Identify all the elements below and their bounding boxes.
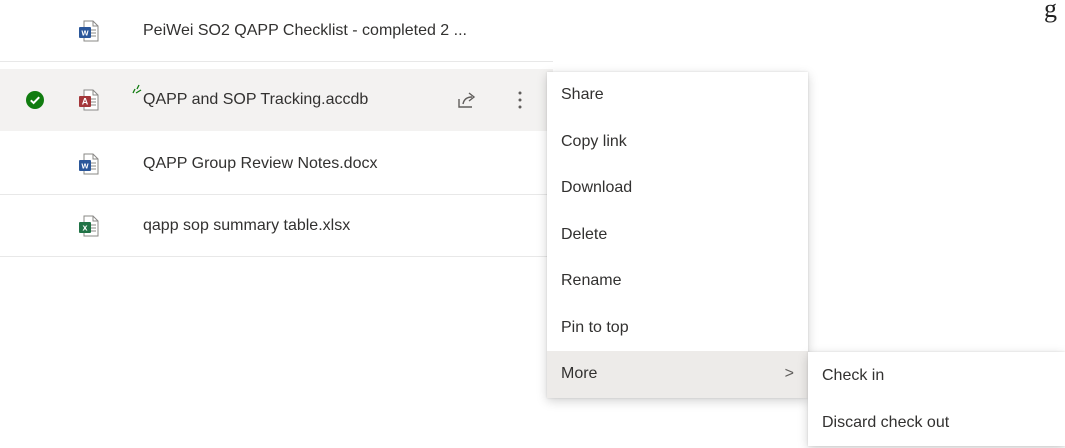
menu-item-copy-link[interactable]: Copy link — [547, 119, 808, 166]
svg-text:A: A — [82, 97, 89, 107]
share-icon[interactable] — [457, 90, 477, 110]
menu-item-delete[interactable]: Delete — [547, 212, 808, 259]
file-row[interactable]: w QAPP Group Review Notes.docx — [0, 133, 553, 195]
file-row[interactable]: w PeiWei SO2 QAPP Checklist - completed … — [0, 0, 553, 62]
file-name[interactable]: PeiWei SO2 QAPP Checklist - completed 2 … — [143, 22, 467, 40]
menu-item-download[interactable]: Download — [547, 165, 808, 212]
file-name[interactable]: QAPP Group Review Notes.docx — [143, 155, 377, 173]
excel-file-icon: x — [79, 215, 99, 236]
access-file-icon: A — [79, 89, 99, 111]
check-circle-icon[interactable] — [26, 91, 44, 109]
more-submenu: Check in Discard check out — [808, 352, 1065, 446]
more-actions-icon[interactable] — [510, 88, 530, 112]
menu-item-discard-check-out[interactable]: Discard check out — [808, 399, 1065, 446]
word-file-icon: w — [79, 153, 99, 174]
file-name[interactable]: QAPP and SOP Tracking.accdb — [143, 91, 368, 109]
corner-text-fragment: g — [1044, 0, 1057, 23]
file-row[interactable]: x qapp sop summary table.xlsx — [0, 195, 553, 257]
context-menu: Share Copy link Download Delete Rename P… — [547, 72, 808, 398]
svg-text:w: w — [80, 160, 89, 170]
menu-item-share[interactable]: Share — [547, 72, 808, 119]
menu-item-rename[interactable]: Rename — [547, 258, 808, 305]
file-row-selected[interactable]: A QAPP and SOP Tracking.accdb — [0, 69, 553, 131]
svg-text:w: w — [80, 27, 89, 37]
word-file-icon: w — [79, 20, 99, 41]
menu-item-pin-to-top[interactable]: Pin to top — [547, 305, 808, 352]
svg-text:x: x — [82, 222, 87, 232]
menu-item-more-label: More — [561, 365, 598, 382]
chevron-right-icon: > — [784, 365, 794, 382]
new-file-sparkle-icon — [132, 84, 142, 94]
file-name[interactable]: qapp sop summary table.xlsx — [143, 217, 350, 235]
menu-item-more[interactable]: More > — [547, 351, 808, 398]
menu-item-check-in[interactable]: Check in — [808, 352, 1065, 399]
